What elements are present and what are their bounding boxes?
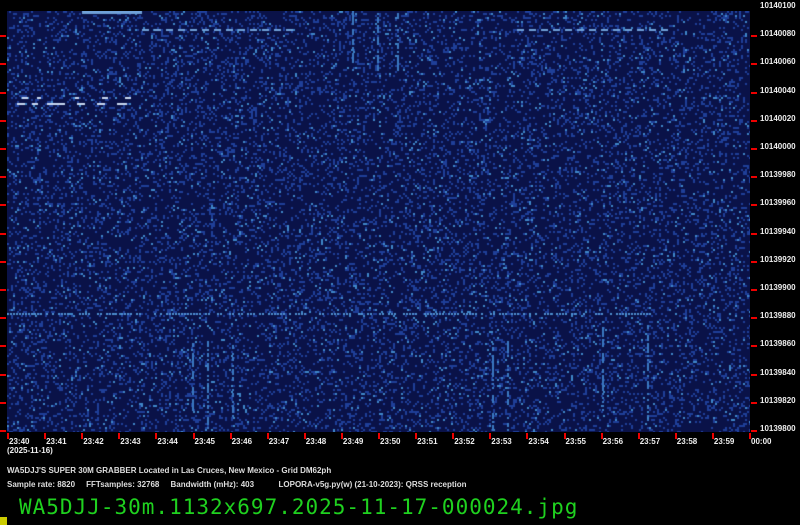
time-tick (266, 433, 269, 439)
time-tick (489, 433, 492, 439)
freq-label: 10139980 (760, 170, 796, 180)
time-tick (340, 433, 343, 439)
freq-tick (0, 430, 6, 432)
freq-label: 10139900 (760, 283, 796, 292)
time-tick (303, 433, 306, 439)
freq-tick (751, 430, 757, 432)
time-label: 23:51 (417, 437, 438, 446)
time-label: 23:50 (380, 437, 401, 446)
freq-tick (751, 176, 757, 179)
time-label: 23:54 (528, 437, 549, 446)
freq-tick (0, 232, 6, 235)
time-tick (452, 433, 455, 439)
time-tick (229, 433, 232, 439)
freq-tick (751, 345, 757, 348)
freq-tick (0, 345, 6, 348)
freq-tick (751, 373, 757, 376)
time-label: 23:59 (713, 437, 735, 446)
freq-label: 10140040 (760, 85, 796, 95)
time-label: 23:42 (83, 437, 104, 446)
time-label: 23:47 (268, 437, 290, 446)
freq-tick (751, 317, 757, 320)
freq-tick (751, 232, 757, 235)
freq-tick (0, 35, 6, 38)
time-tick (600, 433, 603, 439)
freq-tick (751, 35, 757, 38)
freq-label: 10140000 (760, 142, 796, 151)
time-label: 23:40 (9, 437, 30, 446)
time-label: 23:57 (639, 437, 661, 446)
freq-label: 10140080 (760, 29, 796, 39)
freq-tick (0, 91, 6, 94)
time-label: 23:48 (305, 437, 327, 446)
time-tick (7, 433, 9, 439)
time-tick (81, 433, 84, 439)
waterfall-spectrogram (7, 11, 750, 432)
time-tick (711, 433, 714, 439)
freq-tick (0, 317, 6, 320)
time-label: 23:58 (676, 437, 698, 446)
time-label: 23:45 (194, 437, 215, 446)
time-tick (563, 433, 566, 439)
time-label: 23:56 (602, 437, 624, 446)
time-label: 23:41 (46, 437, 67, 446)
freq-label: 10139940 (760, 226, 796, 236)
filename-caption: WA5DJJ-30m.1132x697.2025-11-17-000024.jp… (19, 495, 579, 519)
settings-info: Sample rate: 8820 FFTsamples: 32768 Band… (7, 480, 467, 489)
time-tick (192, 433, 195, 439)
time-tick (155, 433, 158, 439)
time-tick (118, 433, 121, 439)
freq-tick (0, 63, 6, 66)
freq-label: 10139800 (760, 424, 796, 433)
freq-tick (751, 91, 757, 94)
freq-tick (751, 148, 757, 150)
freq-tick (0, 204, 6, 207)
date-label: (2025-11-16) (7, 446, 53, 455)
freq-label: 10139880 (760, 311, 796, 321)
freq-label: 10140100 (760, 1, 796, 10)
time-label: 23:53 (491, 437, 512, 446)
time-label: 00:00 (751, 437, 772, 446)
freq-label: 10139920 (760, 254, 796, 264)
freq-tick (0, 289, 6, 291)
time-tick (44, 433, 47, 439)
freq-label: 10139860 (760, 339, 796, 349)
freq-tick (751, 289, 757, 291)
freq-tick (0, 148, 6, 150)
station-info: WA5DJJ'S SUPER 30M GRABBER Located in La… (7, 466, 332, 475)
time-label: 23:44 (157, 437, 178, 446)
time-label: 23:49 (342, 437, 364, 446)
freq-tick (751, 260, 757, 263)
freq-tick (751, 204, 757, 207)
freq-label: 10139960 (760, 198, 796, 208)
time-label: 23:52 (454, 437, 475, 446)
freq-tick (0, 176, 6, 179)
freq-tick (0, 373, 6, 376)
corner-marker (0, 517, 7, 525)
freq-tick (0, 260, 6, 263)
freq-label: 10139840 (760, 367, 796, 377)
freq-tick (0, 119, 6, 122)
time-tick (637, 433, 640, 439)
freq-tick (0, 401, 6, 404)
time-tick (378, 433, 380, 439)
time-tick (415, 433, 418, 439)
freq-label: 10140020 (760, 113, 796, 123)
time-tick (674, 433, 677, 439)
freq-tick (751, 63, 757, 66)
time-tick (749, 433, 751, 439)
freq-tick (751, 401, 757, 404)
freq-label: 10139820 (760, 395, 796, 405)
freq-label: 10140060 (760, 57, 796, 67)
time-label: 23:43 (120, 437, 141, 446)
freq-tick (751, 119, 757, 122)
time-label: 23:55 (565, 437, 586, 446)
time-label: 23:46 (231, 437, 253, 446)
time-tick (526, 433, 529, 439)
